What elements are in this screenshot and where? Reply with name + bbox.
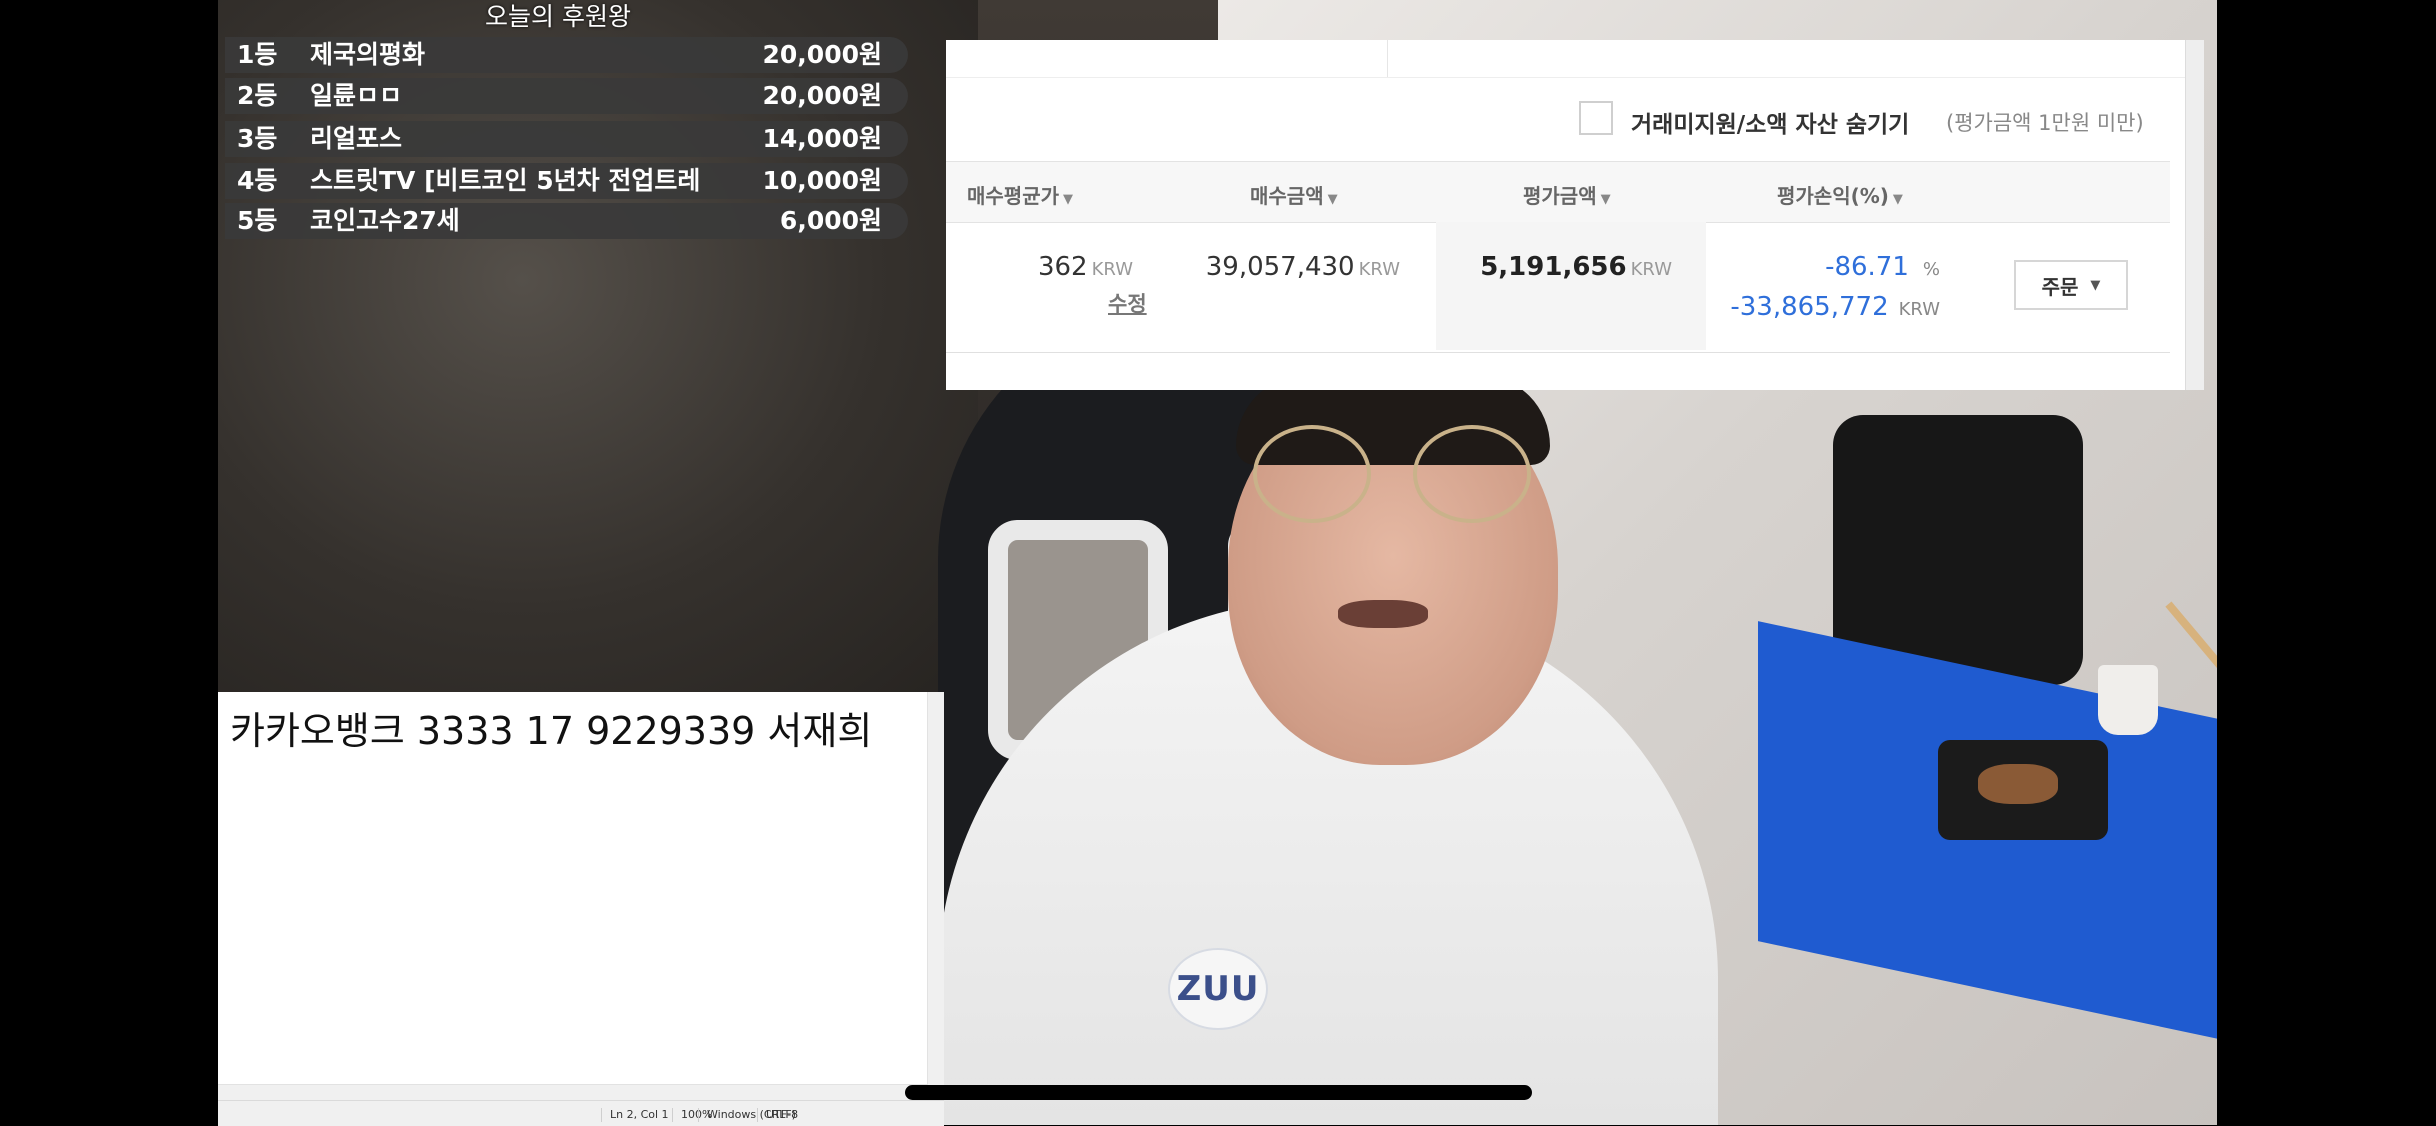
glasses-lens-right	[1413, 425, 1531, 523]
panel-scrollbar[interactable]	[2185, 40, 2204, 390]
hide-small-assets-note: (평가금액 1만원 미만)	[1946, 111, 2144, 135]
donor-name: 리얼포스	[310, 124, 403, 153]
avg-price-value: 362 KRW	[1037, 252, 1133, 282]
donation-rank-row: 2등 일륜ㅁㅁ 20,000원	[225, 78, 908, 114]
donation-board-title: 오늘의 후원왕	[485, 2, 631, 31]
order-button[interactable]: 주문 ▼	[2014, 260, 2128, 310]
donor-name: 제국의평화	[310, 40, 426, 69]
donation-rank-row: 3등 리얼포스 14,000원	[225, 121, 908, 157]
hide-small-assets-checkbox[interactable]	[1579, 101, 1613, 135]
column-profit-loss[interactable]: 평가손익(%) ▼	[1777, 180, 1903, 209]
caret-down-icon: ▼	[1600, 192, 1611, 207]
portfolio-panel: 거래미지원/소액 자산 숨기기 (평가금액 1만원 미만) 매수평균가 ▼ 매수금…	[946, 40, 2204, 390]
profit-loss-amount: -33,865,772 KRW	[1730, 292, 1940, 322]
column-avg-price[interactable]: 매수평균가 ▼	[967, 180, 1073, 209]
donation-rank-row: 1등 제국의평화 20,000원	[225, 37, 908, 73]
donor-name: 스트릿TV [비트코인 5년차 전업트레	[310, 166, 701, 195]
status-cursor-position: Ln 2, Col 1	[601, 1108, 669, 1122]
panel-divider	[946, 77, 2186, 78]
rank-number: 4등	[237, 166, 278, 195]
buy-amount-value: 39,057,430 KRW	[1205, 252, 1400, 282]
chevron-down-icon: ▼	[2090, 277, 2101, 293]
eval-column-highlight	[1436, 222, 1706, 350]
notepad-window: 카카오뱅크 3333 17 9229339 서재희 Ln 2, Col 1 10…	[218, 692, 944, 1126]
edit-avg-price-link[interactable]: 수정	[1108, 288, 1147, 318]
shirt-logo: ZUU	[1168, 948, 1268, 1030]
notepad-content[interactable]: 카카오뱅크 3333 17 9229339 서재희	[230, 700, 872, 755]
column-buy-amount[interactable]: 매수금액 ▼	[1250, 180, 1338, 209]
donor-name: 일륜ㅁㅁ	[310, 81, 403, 110]
row-divider	[946, 352, 2170, 353]
cup	[2098, 665, 2158, 735]
rank-number: 5등	[237, 206, 278, 235]
donation-rank-row: 5등 코인고수27세 6,000원	[225, 203, 908, 239]
donation-amount: 20,000원	[762, 40, 882, 69]
caret-down-icon: ▼	[1063, 192, 1073, 207]
notepad-vertical-scrollbar[interactable]	[927, 692, 944, 1100]
notepad-horizontal-scrollbar[interactable]	[218, 1084, 928, 1101]
donation-rank-row: 4등 스트릿TV [비트코인 5년차 전업트레 10,000원	[225, 163, 908, 199]
rank-number: 2등	[237, 81, 278, 110]
caret-down-icon: ▼	[1892, 192, 1903, 207]
status-encoding: UTF-8	[757, 1108, 798, 1122]
donation-amount: 10,000원	[762, 166, 882, 195]
notepad-status-bar: Ln 2, Col 1 100% Windows (CRLF) UTF-8	[218, 1100, 944, 1126]
rank-number: 1등	[237, 40, 278, 69]
streamer-mouth	[1338, 600, 1428, 628]
rank-number: 3등	[237, 124, 278, 153]
caret-down-icon: ▼	[1327, 192, 1338, 207]
column-eval-amount[interactable]: 평가금액 ▼	[1523, 180, 1611, 209]
panel-divider	[1387, 40, 1388, 77]
eval-amount-value: 5,191,656 KRW	[1480, 252, 1672, 282]
donation-amount: 14,000원	[762, 124, 882, 153]
table-header: 매수평균가 ▼ 매수금액 ▼ 평가금액 ▼ 평가손익(%) ▼	[946, 161, 2170, 223]
food-tray	[1938, 740, 2108, 840]
profit-loss-percent: -86.71%	[1825, 252, 1940, 282]
donor-name: 코인고수27세	[310, 206, 460, 235]
hide-small-assets-label[interactable]: 거래미지원/소액 자산 숨기기	[1631, 105, 1909, 139]
glasses-lens-left	[1253, 425, 1371, 523]
donation-amount: 6,000원	[779, 206, 882, 235]
donation-amount: 20,000원	[762, 81, 882, 110]
home-indicator[interactable]	[905, 1085, 1532, 1100]
